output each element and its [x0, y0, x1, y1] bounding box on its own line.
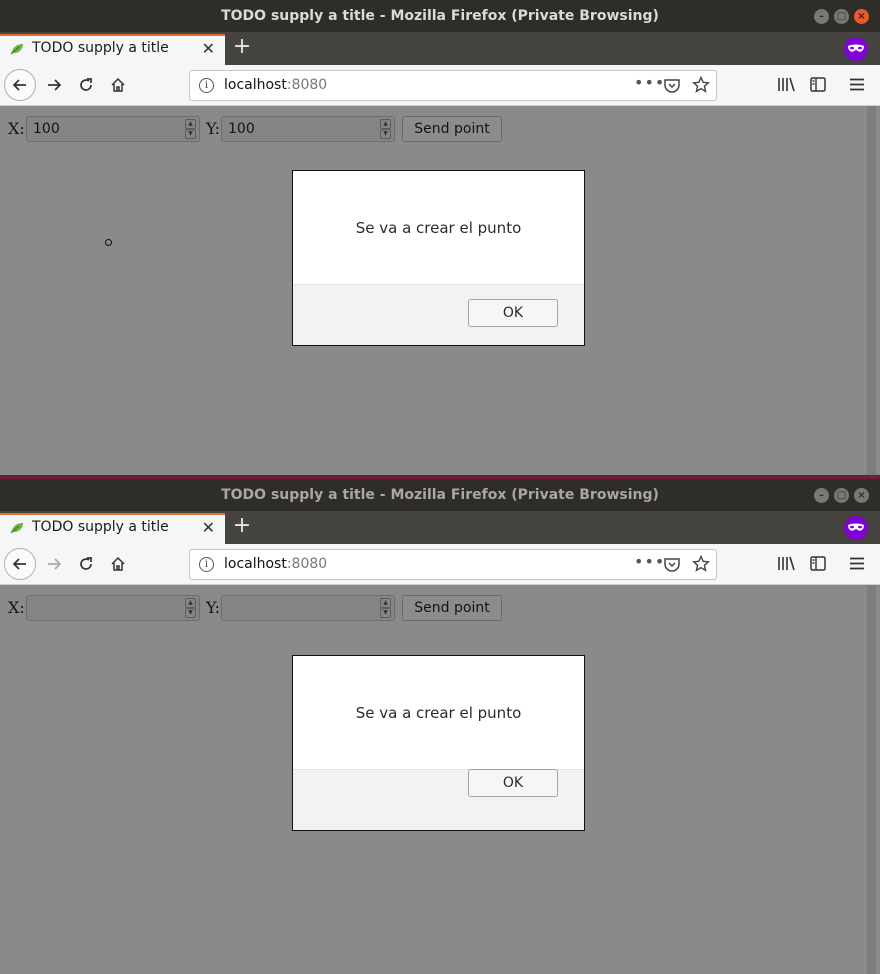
url-text: localhost:8080: [224, 556, 327, 572]
scrollbar[interactable]: [867, 585, 876, 974]
spin-up-icon[interactable]: ▲: [380, 119, 391, 129]
tab-title: TODO supply a title: [32, 519, 169, 535]
new-tab-icon[interactable]: +: [231, 513, 253, 538]
bookmark-star-icon[interactable]: [692, 555, 710, 573]
y-input[interactable]: 100 ▲ ▼: [221, 116, 395, 142]
spin-up-icon[interactable]: ▲: [185, 119, 196, 129]
library-icon[interactable]: [778, 77, 795, 92]
page-actions-icon[interactable]: •••: [634, 552, 665, 571]
tab-strip: TODO supply a title ✕ +: [0, 511, 880, 544]
send-point-button[interactable]: Send point: [402, 116, 502, 142]
minimize-icon[interactable]: –: [814, 9, 829, 24]
y-label: Y:: [206, 119, 220, 138]
pocket-icon[interactable]: [664, 557, 680, 572]
ok-button[interactable]: OK: [468, 769, 558, 797]
maximize-icon[interactable]: □: [834, 9, 849, 24]
dialog-message: Se va a crear el punto: [355, 704, 522, 722]
tab-close-icon[interactable]: ✕: [202, 518, 215, 537]
y-label: Y:: [206, 598, 220, 617]
drawn-point: [105, 239, 112, 246]
scrollbar[interactable]: [867, 106, 876, 475]
browser-window-1: TODO supply a title - Mozilla Firefox (P…: [0, 0, 880, 475]
bookmark-star-icon[interactable]: [692, 76, 710, 94]
tab-active[interactable]: TODO supply a title ✕: [0, 513, 225, 544]
navigation-toolbar: i localhost:8080 •••: [0, 544, 880, 585]
close-icon[interactable]: ×: [854, 9, 869, 24]
leaf-favicon-icon: [10, 523, 23, 534]
dialog-body: Se va a crear el punto: [293, 171, 584, 285]
maximize-icon[interactable]: □: [834, 488, 849, 503]
minimize-icon[interactable]: –: [814, 488, 829, 503]
back-icon[interactable]: [4, 69, 36, 101]
leaf-favicon-icon: [10, 44, 23, 55]
browser-window-2: TODO supply a title - Mozilla Firefox (P…: [0, 479, 880, 974]
reload-icon[interactable]: [70, 548, 102, 580]
x-input[interactable]: 100 ▲ ▼: [26, 116, 200, 142]
url-host: localhost: [224, 77, 287, 93]
new-tab-icon[interactable]: +: [231, 34, 253, 59]
url-text: localhost:8080: [224, 77, 327, 93]
spin-up-icon[interactable]: ▲: [185, 598, 196, 608]
hamburger-menu-icon[interactable]: [850, 557, 864, 570]
forward-icon[interactable]: [38, 69, 70, 101]
tab-active[interactable]: TODO supply a title ✕: [0, 34, 225, 65]
x-value: 100: [33, 121, 60, 137]
y-spinner[interactable]: ▲ ▼: [380, 119, 391, 139]
window-title: TODO supply a title - Mozilla Firefox (P…: [221, 8, 659, 24]
x-input[interactable]: ▲ ▼: [26, 595, 200, 621]
tab-title: TODO supply a title: [32, 40, 169, 56]
hamburger-menu-icon[interactable]: [850, 78, 864, 91]
x-label: X:: [8, 598, 25, 617]
sidebar-icon[interactable]: [810, 556, 826, 571]
title-bar: TODO supply a title - Mozilla Firefox (P…: [0, 0, 880, 32]
x-spinner[interactable]: ▲ ▼: [185, 119, 196, 139]
x-spinner[interactable]: ▲ ▼: [185, 598, 196, 618]
home-icon[interactable]: [102, 548, 134, 580]
y-spinner[interactable]: ▲ ▼: [380, 598, 391, 618]
send-point-button[interactable]: Send point: [402, 595, 502, 621]
spin-down-icon[interactable]: ▼: [380, 129, 391, 139]
info-icon[interactable]: i: [199, 557, 214, 572]
url-port: :8080: [286, 77, 328, 93]
dialog-message: Se va a crear el punto: [355, 219, 522, 237]
pocket-icon[interactable]: [664, 78, 680, 93]
title-bar: TODO supply a title - Mozilla Firefox (P…: [0, 479, 880, 511]
x-label: X:: [8, 119, 25, 138]
spin-down-icon[interactable]: ▼: [185, 129, 196, 139]
page-content: X: 100 ▲ ▼ Y: 100 ▲ ▼ Send point Se va a c…: [0, 106, 880, 475]
forward-icon[interactable]: [38, 548, 70, 580]
spin-down-icon[interactable]: ▼: [185, 608, 196, 618]
tab-strip: TODO supply a title ✕ +: [0, 32, 880, 65]
y-value: 100: [228, 121, 255, 137]
url-host: localhost: [224, 556, 287, 572]
window-title: TODO supply a title - Mozilla Firefox (P…: [221, 487, 659, 503]
url-bar[interactable]: i localhost:8080 •••: [189, 549, 717, 580]
info-icon[interactable]: i: [199, 78, 214, 93]
sidebar-icon[interactable]: [810, 77, 826, 92]
reload-icon[interactable]: [70, 69, 102, 101]
tab-close-icon[interactable]: ✕: [202, 39, 215, 58]
library-icon[interactable]: [778, 556, 795, 571]
ok-button[interactable]: OK: [468, 299, 558, 327]
spin-up-icon[interactable]: ▲: [380, 598, 391, 608]
alert-dialog: Se va a crear el punto OK: [292, 170, 585, 346]
private-browsing-icon: [844, 37, 868, 61]
url-port: :8080: [286, 556, 328, 572]
private-browsing-icon: [844, 516, 868, 540]
y-input[interactable]: ▲ ▼: [221, 595, 395, 621]
home-icon[interactable]: [102, 69, 134, 101]
url-bar[interactable]: i localhost:8080 •••: [189, 70, 717, 101]
spin-down-icon[interactable]: ▼: [380, 608, 391, 618]
close-icon[interactable]: ×: [854, 488, 869, 503]
page-content: X: ▲ ▼ Y: ▲ ▼ Send point Se va a crear el …: [0, 585, 880, 974]
alert-dialog: Se va a crear el punto OK: [292, 655, 585, 831]
navigation-toolbar: i localhost:8080 •••: [0, 65, 880, 106]
back-icon[interactable]: [4, 548, 36, 580]
dialog-body: Se va a crear el punto: [293, 656, 584, 770]
page-actions-icon[interactable]: •••: [634, 73, 665, 92]
